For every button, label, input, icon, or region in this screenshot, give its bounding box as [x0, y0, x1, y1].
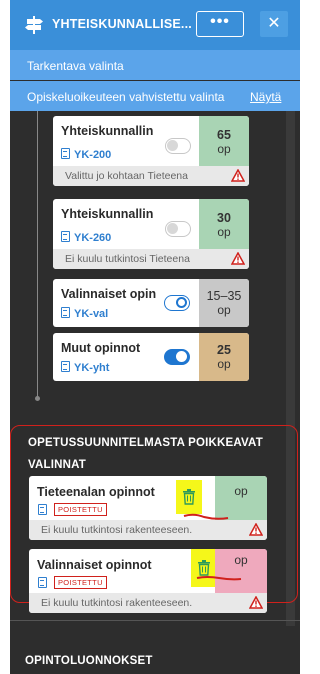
module-toggle[interactable]	[164, 349, 190, 365]
panel-title: YHTEISKUNNALLISE...	[52, 17, 192, 31]
module-name: Muut opinnot	[61, 341, 141, 355]
signpost-icon	[24, 16, 44, 34]
removed-badge: POISTETTU	[54, 576, 107, 589]
module-note: Ei kuulu tutkintosi Tieteena	[53, 249, 227, 269]
document-icon	[61, 307, 70, 318]
module-card[interactable]: Yhteiskunnallin YK-200 65 op Valittu jo …	[53, 116, 249, 186]
removed-module-card[interactable]: Tieteenalan opinnot POISTETTU op Ei kuul…	[29, 476, 267, 540]
module-toggle[interactable]	[165, 221, 191, 237]
credit-value: 30	[217, 211, 231, 225]
module-note: Valittu jo kohtaan Tieteena	[53, 166, 227, 186]
credit-box: 15–35 op	[199, 279, 249, 327]
detailed-selection-row[interactable]: Tarkentava valinta	[10, 50, 300, 80]
study-plan-panel: YHTEISKUNNALLISE... ••• ✕ Tarkentava val…	[10, 0, 300, 674]
module-card[interactable]: Muut opinnot YK-yht 25 op	[53, 333, 249, 381]
tree-end-dot	[35, 396, 40, 401]
document-icon	[61, 361, 70, 372]
warning-triangle-icon	[245, 520, 267, 540]
credit-unit: op	[217, 142, 231, 156]
document-icon	[38, 577, 47, 588]
credit-value: 15–35	[206, 289, 242, 303]
close-button[interactable]: ✕	[260, 11, 288, 37]
credit-box: 25 op	[199, 333, 249, 381]
warning-triangle-icon	[227, 166, 249, 186]
module-code[interactable]: YK-yht	[61, 361, 109, 374]
confirmed-selection-label: Opiskeluoikeuteen vahvistettu valinta	[27, 90, 225, 104]
document-icon	[61, 148, 70, 159]
detailed-selection-label: Tarkentava valinta	[27, 59, 124, 73]
module-name: Valinnaiset opin	[61, 287, 157, 301]
document-icon	[38, 504, 47, 515]
module-name: Yhteiskunnallin	[61, 124, 154, 138]
panel-header: YHTEISKUNNALLISE... ••• ✕	[10, 0, 300, 50]
annotation-underline	[196, 576, 242, 581]
document-icon	[61, 231, 70, 242]
credit-unit: op	[217, 303, 231, 317]
module-card[interactable]: Yhteiskunnallin YK-260 30 op Ei kuulu tu…	[53, 199, 249, 269]
module-note: Ei kuulu tutkintosi rakenteeseen.	[29, 520, 245, 540]
show-link[interactable]: Näytä	[250, 90, 281, 104]
tree-connector	[37, 111, 38, 398]
confirmed-selection-row: Opiskeluoikeuteen vahvistettu valinta Nä…	[10, 81, 300, 111]
credit-unit: op	[217, 225, 231, 239]
module-name: Tieteenalan opinnot	[37, 485, 155, 499]
module-name: Valinnaiset opinnot	[37, 558, 152, 572]
credit-unit: op	[234, 484, 248, 498]
credit-value: 25	[217, 343, 231, 357]
drafts-section-title: OPINTOLUONNOKSET	[25, 655, 153, 667]
credit-value: 65	[217, 128, 231, 142]
warning-triangle-icon	[227, 249, 249, 269]
credit-box: op	[215, 549, 267, 593]
credit-unit: op	[217, 357, 231, 371]
more-menu-button[interactable]: •••	[196, 11, 244, 37]
module-toggle[interactable]	[165, 138, 191, 154]
module-name: Yhteiskunnallin	[61, 207, 154, 221]
section-divider	[10, 620, 300, 621]
warning-triangle-icon	[245, 593, 267, 613]
deviating-section-title: OPETUSSUUNNITELMASTA POIKKEAVAT VALINNAT	[28, 437, 263, 471]
removed-badge: POISTETTU	[54, 503, 107, 516]
module-card[interactable]: Valinnaiset opin YK-val 15–35 op	[53, 279, 249, 327]
credit-unit: op	[234, 553, 248, 567]
module-note: Ei kuulu tutkintosi rakenteeseen.	[29, 593, 245, 613]
module-toggle[interactable]	[164, 295, 190, 311]
module-code[interactable]: YK-val	[61, 307, 108, 320]
credit-box: 65 op	[199, 116, 249, 166]
module-code[interactable]: YK-260	[61, 231, 111, 244]
module-code[interactable]: YK-200	[61, 148, 111, 161]
credit-box: 30 op	[199, 199, 249, 249]
trash-icon[interactable]	[176, 480, 202, 514]
annotation-underline	[183, 513, 229, 520]
